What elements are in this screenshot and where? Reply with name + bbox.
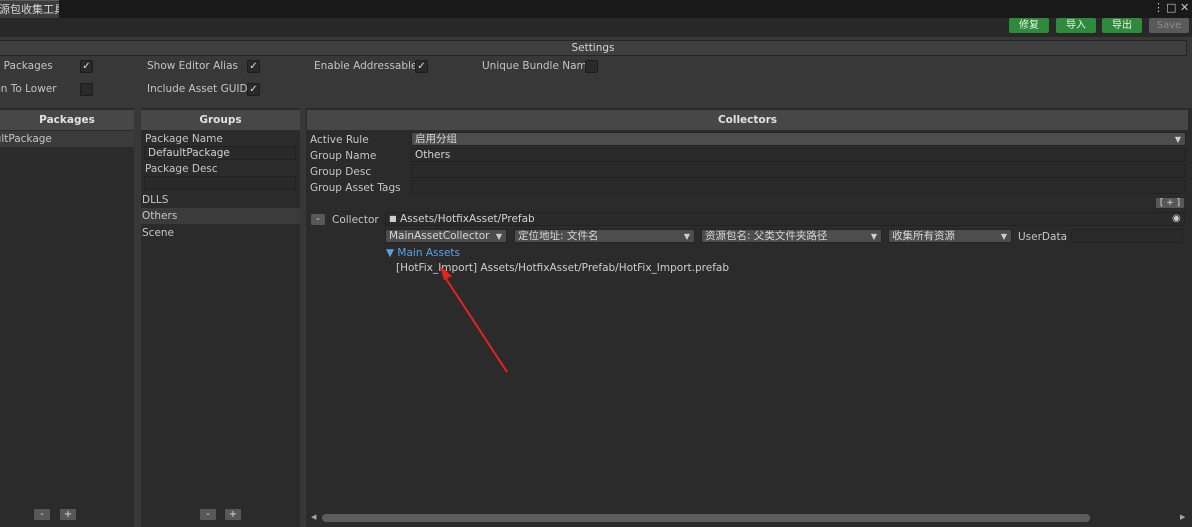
user-data-field[interactable]	[1071, 229, 1183, 243]
group-item-others[interactable]: Others	[142, 209, 177, 223]
chevron-down-icon: ▼	[1174, 135, 1181, 144]
package-name-label: Package Name	[145, 133, 223, 145]
packages-panel	[0, 108, 134, 527]
annotation-arrow	[440, 266, 508, 373]
scrollbar-thumb[interactable]	[322, 514, 1090, 522]
collectors-header: Collectors	[307, 110, 1188, 130]
unique-bundle-name-checkbox[interactable]	[585, 60, 598, 73]
main-assets-foldout[interactable]: ▼ Main Assets	[386, 246, 460, 260]
address-rule-dropdown[interactable]: 定位地址: 文件名 ▼	[514, 229, 695, 243]
show-packages-checkbox[interactable]: ✓	[80, 60, 93, 73]
filter-rule-value: 收集所有资源	[892, 230, 955, 242]
filter-rule-dropdown[interactable]: 收集所有资源 ▼	[888, 229, 1012, 243]
groups-header: Groups	[141, 110, 300, 130]
group-desc-field[interactable]	[411, 164, 1186, 178]
remove-group-button[interactable]: -	[199, 508, 217, 521]
pack-rule-value: 资源包名: 父类文件夹路径	[705, 230, 828, 242]
window-tab-title: 资源包收集工具	[0, 3, 59, 16]
user-data-label: UserData	[1018, 231, 1068, 243]
unique-bundle-name-label: Unique Bundle Name	[482, 60, 594, 72]
package-item[interactable]: DefaultPackage	[0, 132, 52, 146]
group-asset-tags-field[interactable]	[411, 180, 1186, 194]
pack-rule-dropdown[interactable]: 资源包名: 父类文件夹路径 ▼	[701, 229, 882, 243]
group-name-label: Group Name	[310, 150, 377, 162]
export-button[interactable]: 导出	[1102, 18, 1142, 33]
scroll-left-icon[interactable]: ◀	[311, 512, 316, 523]
group-asset-tags-label: Group Asset Tags	[310, 182, 401, 194]
folder-icon: ■	[389, 214, 397, 223]
maximize-icon[interactable]: □	[1166, 2, 1176, 14]
chevron-down-icon: ▼	[495, 232, 502, 241]
active-rule-dropdown[interactable]: 启用分组 ▼	[411, 132, 1186, 146]
collector-label: Collector	[332, 214, 379, 226]
include-asset-guid-label: Include Asset GUID	[147, 83, 248, 95]
chevron-down-icon: ▼	[1000, 232, 1007, 241]
package-desc-label: Package Desc	[145, 163, 218, 175]
target-icon[interactable]: ◉	[1172, 212, 1181, 226]
remove-collector-button[interactable]: -	[310, 213, 326, 226]
group-name-field[interactable]: Others	[411, 148, 1186, 162]
collector-type-dropdown[interactable]: MainAssetCollector ▼	[385, 229, 507, 243]
chevron-down-icon: ▼	[870, 232, 877, 241]
packages-header: Packages	[0, 110, 134, 130]
import-button[interactable]: 导入	[1056, 18, 1096, 33]
package-name-field[interactable]: DefaultPackage	[144, 146, 296, 160]
location-to-lower-label: Location To Lower	[0, 83, 57, 95]
show-packages-label: Show Packages	[0, 60, 53, 72]
title-bar	[0, 0, 1192, 18]
scroll-right-icon[interactable]: ▶	[1180, 512, 1185, 523]
menu-icon[interactable]: ⋮	[1153, 2, 1164, 14]
remove-package-button[interactable]: -	[33, 508, 51, 521]
active-rule-value: 启用分组	[415, 133, 457, 145]
location-to-lower-checkbox[interactable]	[80, 83, 93, 96]
package-desc-field[interactable]	[144, 176, 296, 190]
enable-addressable-checkbox[interactable]: ✓	[415, 60, 428, 73]
chevron-down-icon: ▼	[683, 232, 690, 241]
group-item-dlls[interactable]: DLLS	[142, 193, 168, 207]
settings-header[interactable]: Settings	[0, 40, 1187, 56]
address-rule-value: 定位地址: 文件名	[518, 230, 599, 242]
enable-addressable-label: Enable Addressable	[314, 60, 418, 72]
active-rule-label: Active Rule	[310, 134, 369, 146]
add-package-button[interactable]: +	[59, 508, 77, 521]
save-button[interactable]: Save	[1149, 18, 1189, 33]
close-icon[interactable]: ✕	[1180, 2, 1189, 14]
collector-path-field[interactable]: Assets/HotfixAsset/Prefab	[385, 212, 1185, 226]
group-item-scene[interactable]: Scene	[142, 226, 174, 240]
fix-button[interactable]: 修复	[1009, 18, 1049, 33]
show-editor-alias-checkbox[interactable]: ✓	[247, 60, 260, 73]
window-tab[interactable]: 资源包收集工具	[0, 0, 59, 18]
collector-type-value: MainAssetCollector	[389, 230, 490, 242]
add-group-button[interactable]: +	[224, 508, 242, 521]
add-collector-button[interactable]: [ + ]	[1155, 197, 1185, 209]
include-asset-guid-checkbox[interactable]: ✓	[247, 83, 260, 96]
show-editor-alias-label: Show Editor Alias	[147, 60, 239, 72]
group-desc-label: Group Desc	[310, 166, 372, 178]
